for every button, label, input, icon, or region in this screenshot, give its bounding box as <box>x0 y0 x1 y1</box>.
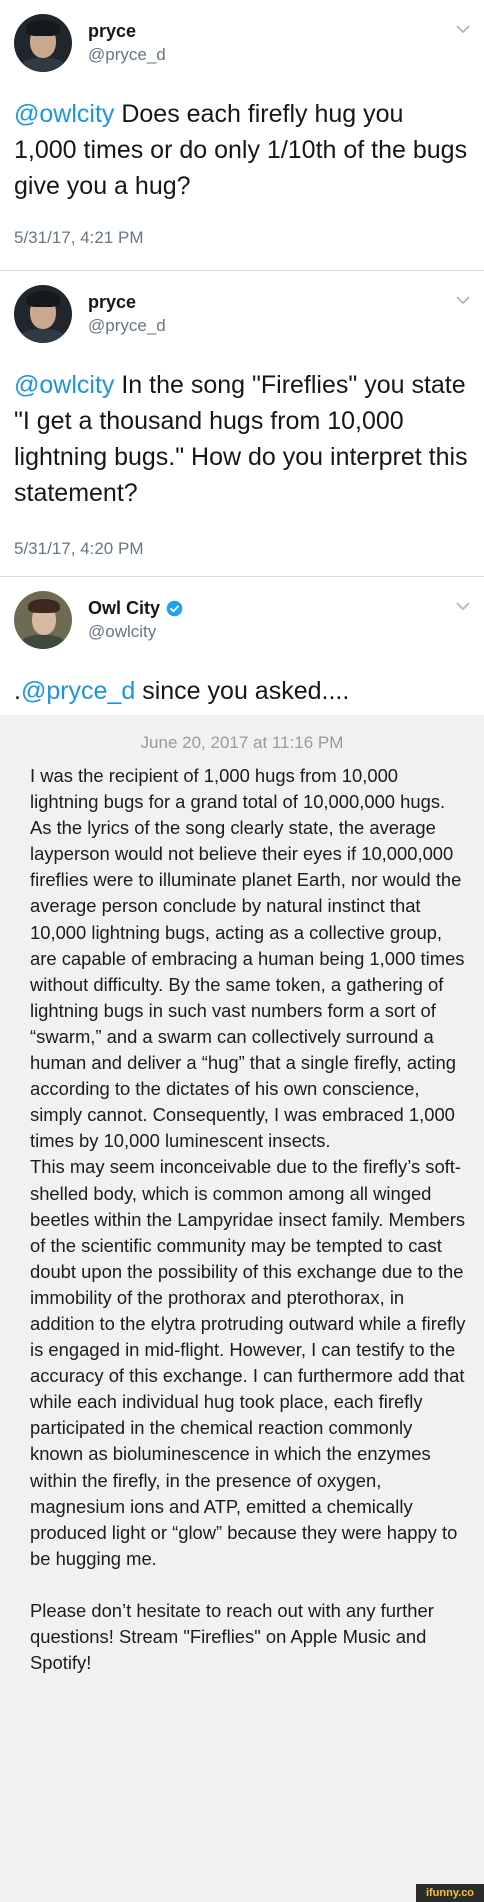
timestamp[interactable]: 5/31/17, 4:21 PM <box>14 228 143 248</box>
note-body: I was the recipient of 1,000 hugs from 1… <box>30 763 470 1676</box>
display-name[interactable]: pryce <box>88 20 166 42</box>
mention-link[interactable]: @owlcity <box>14 371 114 399</box>
display-name[interactable]: pryce <box>88 291 166 313</box>
display-name[interactable]: Owl City <box>88 597 160 619</box>
user-handle[interactable]: @owlcity <box>88 621 183 643</box>
timestamp[interactable]: 5/31/17, 4:20 PM <box>14 539 143 559</box>
note-paragraph: This may seem inconceivable due to the f… <box>30 1156 466 1569</box>
notes-screenshot: June 20, 2017 at 11:16 PM I was the reci… <box>0 715 484 1902</box>
user-handle[interactable]: @pryce_d <box>88 44 166 66</box>
mention-link[interactable]: @owlcity <box>14 100 114 128</box>
tweet-body: since you asked.... <box>135 677 350 705</box>
chevron-down-icon[interactable] <box>456 295 470 305</box>
avatar[interactable] <box>14 591 72 649</box>
avatar[interactable] <box>14 14 72 72</box>
tweet-text: .@pryce_d since you asked.... <box>14 673 470 709</box>
mention-link[interactable]: @pryce_d <box>21 677 135 705</box>
tweet-text: @owlcity In the song "Fireflies" you sta… <box>14 367 470 511</box>
watermark-logo: ifunny.co <box>416 1884 484 1902</box>
user-handle[interactable]: @pryce_d <box>88 315 166 337</box>
verified-badge-icon <box>166 600 183 616</box>
chevron-down-icon[interactable] <box>456 24 470 34</box>
chevron-down-icon[interactable] <box>456 601 470 611</box>
display-name-row: Owl City <box>88 597 183 619</box>
tweet-text: @owlcity Does each firefly hug you 1,000… <box>14 96 470 204</box>
note-paragraph: I was the recipient of 1,000 hugs from 1… <box>30 765 465 1152</box>
note-paragraph: Please don’t hesitate to reach out with … <box>30 1599 434 1674</box>
tweet-1[interactable]: pryce @pryce_d @owlcity Does each firefl… <box>0 0 484 271</box>
avatar[interactable] <box>14 285 72 343</box>
tweet-3[interactable]: Owl City @owlcity .@pryce_d since you as… <box>0 577 484 1902</box>
tweet-2[interactable]: pryce @pryce_d @owlcity In the song "Fir… <box>0 271 484 577</box>
tweet-prefix: . <box>14 677 21 705</box>
note-date: June 20, 2017 at 11:16 PM <box>140 733 344 752</box>
